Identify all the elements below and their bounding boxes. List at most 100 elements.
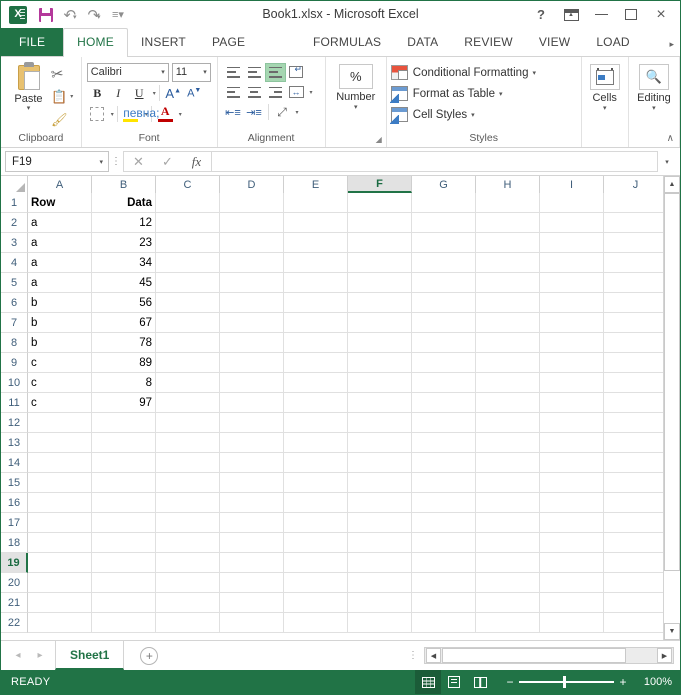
font-size-input[interactable]: 11 ▾ bbox=[172, 63, 211, 82]
cell-E14[interactable] bbox=[284, 453, 348, 473]
align-right-button[interactable] bbox=[265, 83, 286, 102]
column-header-g[interactable]: G bbox=[412, 176, 476, 193]
cell-F1[interactable] bbox=[348, 193, 412, 213]
cell-E5[interactable] bbox=[284, 273, 348, 293]
cell-I6[interactable] bbox=[540, 293, 604, 313]
cell-H1[interactable] bbox=[476, 193, 540, 213]
tab-overflow-arrow-icon[interactable]: ▸ bbox=[669, 28, 680, 57]
name-box[interactable]: F19 ▾ bbox=[5, 151, 109, 172]
zoom-in-button[interactable]: + bbox=[616, 675, 630, 689]
cell-A18[interactable] bbox=[28, 533, 92, 553]
tab-home[interactable]: HOME bbox=[63, 28, 128, 57]
cell-F8[interactable] bbox=[348, 333, 412, 353]
cell-B11[interactable]: 97 bbox=[92, 393, 156, 413]
cell-J11[interactable] bbox=[604, 393, 663, 413]
cell-I20[interactable] bbox=[540, 573, 604, 593]
chevron-down-icon[interactable]: ▾ bbox=[652, 104, 656, 112]
cell-I19[interactable] bbox=[540, 553, 604, 573]
cell-G2[interactable] bbox=[412, 213, 476, 233]
cell-C18[interactable] bbox=[156, 533, 220, 553]
cut-button[interactable]: ✂ bbox=[51, 65, 73, 84]
row-header-19[interactable]: 19 bbox=[1, 553, 28, 573]
collapse-ribbon-button[interactable]: ∧ bbox=[667, 133, 674, 144]
cell-J16[interactable] bbox=[604, 493, 663, 513]
cell-C2[interactable] bbox=[156, 213, 220, 233]
chevron-down-icon[interactable]: ▾ bbox=[179, 111, 182, 118]
cell-D19[interactable] bbox=[220, 553, 284, 573]
cell-F21[interactable] bbox=[348, 593, 412, 613]
cell-A2[interactable]: a bbox=[28, 213, 92, 233]
row-header-6[interactable]: 6 bbox=[1, 293, 28, 313]
cell-E15[interactable] bbox=[284, 473, 348, 493]
cell-G15[interactable] bbox=[412, 473, 476, 493]
view-page-layout-button[interactable] bbox=[441, 670, 467, 694]
cell-H5[interactable] bbox=[476, 273, 540, 293]
editing-button[interactable]: 🔍 bbox=[639, 64, 669, 90]
cell-E10[interactable] bbox=[284, 373, 348, 393]
redo-button[interactable]: ↷▾ bbox=[83, 4, 105, 26]
cancel-button[interactable]: ✕ bbox=[124, 152, 153, 172]
cell-A11[interactable]: c bbox=[28, 393, 92, 413]
row-header-20[interactable]: 20 bbox=[1, 573, 28, 593]
cell-G3[interactable] bbox=[412, 233, 476, 253]
shrink-font-button[interactable]: A▼ bbox=[184, 83, 205, 103]
cell-J18[interactable] bbox=[604, 533, 663, 553]
cell-G22[interactable] bbox=[412, 613, 476, 633]
insert-function-button[interactable]: fx bbox=[182, 152, 211, 172]
row-header-9[interactable]: 9 bbox=[1, 353, 28, 373]
cell-C5[interactable] bbox=[156, 273, 220, 293]
cell-I9[interactable] bbox=[540, 353, 604, 373]
cell-A4[interactable]: a bbox=[28, 253, 92, 273]
cell-B7[interactable]: 67 bbox=[92, 313, 156, 333]
cell-J17[interactable] bbox=[604, 513, 663, 533]
cell-A12[interactable] bbox=[28, 413, 92, 433]
cell-F3[interactable] bbox=[348, 233, 412, 253]
cell-C3[interactable] bbox=[156, 233, 220, 253]
copy-button[interactable]: 📋▾ bbox=[51, 87, 73, 106]
expand-formula-bar-button[interactable]: ▾ bbox=[658, 158, 676, 166]
cell-G5[interactable] bbox=[412, 273, 476, 293]
cell-F22[interactable] bbox=[348, 613, 412, 633]
cell-D9[interactable] bbox=[220, 353, 284, 373]
column-header-f[interactable]: F bbox=[348, 176, 412, 193]
cell-A19[interactable] bbox=[28, 553, 92, 573]
cell-J21[interactable] bbox=[604, 593, 663, 613]
percent-style-button[interactable]: % bbox=[339, 64, 373, 89]
cell-D2[interactable] bbox=[220, 213, 284, 233]
row-header-5[interactable]: 5 bbox=[1, 273, 28, 293]
cell-E1[interactable] bbox=[284, 193, 348, 213]
cell-G11[interactable] bbox=[412, 393, 476, 413]
cell-J19[interactable] bbox=[604, 553, 663, 573]
cell-E12[interactable] bbox=[284, 413, 348, 433]
cell-D21[interactable] bbox=[220, 593, 284, 613]
cell-D16[interactable] bbox=[220, 493, 284, 513]
chevron-down-icon[interactable]: ▾ bbox=[310, 89, 313, 96]
cell-E6[interactable] bbox=[284, 293, 348, 313]
cell-D17[interactable] bbox=[220, 513, 284, 533]
cell-C19[interactable] bbox=[156, 553, 220, 573]
help-button[interactable]: ? bbox=[526, 1, 556, 28]
zoom-level-label[interactable]: 100% bbox=[638, 676, 672, 688]
cell-B15[interactable] bbox=[92, 473, 156, 493]
scroll-left-button[interactable]: ◀ bbox=[426, 648, 441, 663]
middle-align-button[interactable] bbox=[244, 63, 265, 82]
chevron-down-icon[interactable]: ▾ bbox=[99, 158, 108, 166]
cell-G1[interactable] bbox=[412, 193, 476, 213]
cell-F5[interactable] bbox=[348, 273, 412, 293]
cell-C1[interactable] bbox=[156, 193, 220, 213]
cell-J1[interactable] bbox=[604, 193, 663, 213]
cell-B2[interactable]: 12 bbox=[92, 213, 156, 233]
cell-G4[interactable] bbox=[412, 253, 476, 273]
cell-D14[interactable] bbox=[220, 453, 284, 473]
row-header-13[interactable]: 13 bbox=[1, 433, 28, 453]
row-header-17[interactable]: 17 bbox=[1, 513, 28, 533]
cell-H17[interactable] bbox=[476, 513, 540, 533]
cell-F14[interactable] bbox=[348, 453, 412, 473]
cell-F17[interactable] bbox=[348, 513, 412, 533]
zoom-slider-track[interactable] bbox=[519, 681, 614, 683]
cell-D7[interactable] bbox=[220, 313, 284, 333]
row-header-11[interactable]: 11 bbox=[1, 393, 28, 413]
cell-G20[interactable] bbox=[412, 573, 476, 593]
vertical-scroll-thumb[interactable] bbox=[664, 193, 680, 571]
cell-J6[interactable] bbox=[604, 293, 663, 313]
